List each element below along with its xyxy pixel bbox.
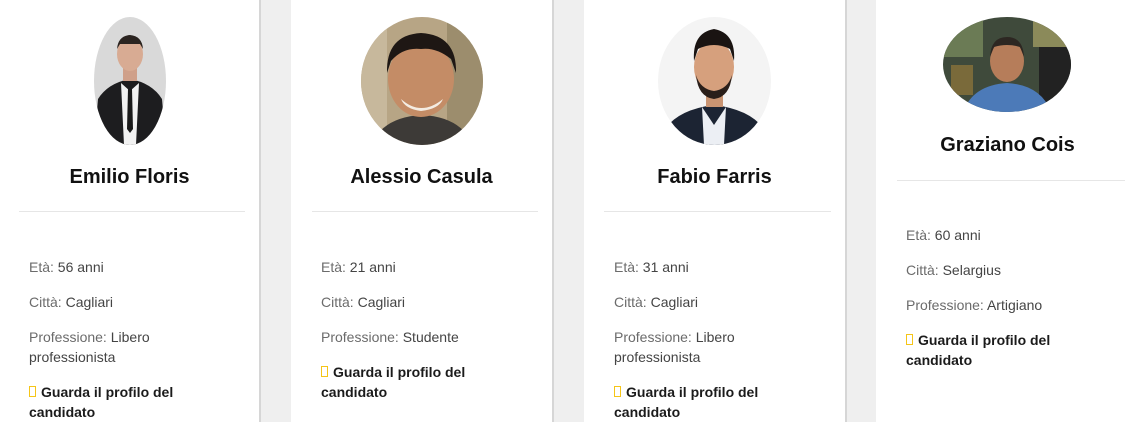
- link-marker-icon: [614, 386, 621, 397]
- city-value: Cagliari: [357, 294, 406, 310]
- candidate-name: Fabio Farris: [657, 166, 772, 188]
- view-profile-link[interactable]: Guarda il profilo del candidato: [906, 330, 1111, 370]
- view-profile-label: Guarda il profilo del candidato: [321, 364, 466, 400]
- profession-label: Professione:: [614, 329, 692, 345]
- age-value: 60 anni: [934, 227, 981, 243]
- city-row: Città: Cagliari: [614, 292, 814, 312]
- age-label: Età:: [906, 227, 931, 243]
- candidate-details: Età: 21 anni Città: Cagliari Professione…: [321, 257, 526, 402]
- view-profile-link[interactable]: Guarda il profilo del candidato: [614, 382, 814, 422]
- profession-row: Professione: Libero professionista: [29, 327, 229, 367]
- candidate-name: Alessio Casula: [350, 166, 493, 188]
- candidate-photo[interactable]: [943, 17, 1071, 112]
- city-label: Città:: [906, 262, 939, 278]
- link-marker-icon: [321, 366, 328, 377]
- view-profile-link[interactable]: Guarda il profilo del candidato: [321, 362, 526, 402]
- city-row: Città: Cagliari: [321, 292, 526, 312]
- age-label: Età:: [321, 259, 346, 275]
- age-label: Età:: [614, 259, 639, 275]
- view-profile-label: Guarda il profilo del candidato: [29, 384, 174, 420]
- candidate-card: Fabio Farris Età: 31 anni Città: Cagliar…: [584, 0, 847, 422]
- profession-value: Studente: [402, 329, 459, 345]
- candidate-details: Età: 56 anni Città: Cagliari Professione…: [29, 257, 229, 422]
- age-row: Età: 60 anni: [906, 225, 1111, 245]
- candidate-card: Alessio Casula Età: 21 anni Città: Cagli…: [291, 0, 554, 422]
- card-divider: [312, 211, 538, 212]
- link-marker-icon: [29, 386, 36, 397]
- profession-label: Professione:: [29, 329, 107, 345]
- view-profile-label: Guarda il profilo del candidato: [614, 384, 759, 420]
- age-row: Età: 56 anni: [29, 257, 229, 277]
- candidate-details: Età: 60 anni Città: Selargius Profession…: [906, 225, 1111, 370]
- city-label: Città:: [614, 294, 647, 310]
- profession-row: Professione: Libero professionista: [614, 327, 814, 367]
- card-divider: [604, 211, 831, 212]
- card-divider: [19, 211, 245, 212]
- candidate-card: Graziano Cois Età: 60 anni Città: Selarg…: [876, 0, 1139, 422]
- city-label: Città:: [321, 294, 354, 310]
- city-row: Città: Selargius: [906, 260, 1111, 280]
- candidate-grid: Emilio Floris Età: 56 anni Città: Caglia…: [0, 0, 1139, 422]
- age-label: Età:: [29, 259, 54, 275]
- city-value: Selargius: [942, 262, 1001, 278]
- candidate-card: Emilio Floris Età: 56 anni Città: Caglia…: [0, 0, 261, 422]
- link-marker-icon: [906, 334, 913, 345]
- profession-label: Professione:: [321, 329, 399, 345]
- card-divider: [897, 180, 1125, 181]
- profession-row: Professione: Studente: [321, 327, 526, 347]
- candidate-photo[interactable]: [94, 17, 166, 145]
- age-value: 31 anni: [642, 259, 689, 275]
- profession-row: Professione: Artigiano: [906, 295, 1111, 315]
- candidate-photo[interactable]: [658, 17, 771, 145]
- city-value: Cagliari: [650, 294, 699, 310]
- age-value: 21 anni: [349, 259, 396, 275]
- city-value: Cagliari: [65, 294, 114, 310]
- city-label: Città:: [29, 294, 62, 310]
- age-value: 56 anni: [57, 259, 104, 275]
- age-row: Età: 21 anni: [321, 257, 526, 277]
- profession-label: Professione:: [906, 297, 984, 313]
- profession-value: Artigiano: [986, 297, 1043, 313]
- city-row: Città: Cagliari: [29, 292, 229, 312]
- candidate-name: Emilio Floris: [69, 166, 190, 188]
- candidate-photo[interactable]: [361, 17, 483, 145]
- view-profile-label: Guarda il profilo del candidato: [906, 332, 1051, 368]
- candidate-name: Graziano Cois: [940, 134, 1075, 156]
- candidate-details: Età: 31 anni Città: Cagliari Professione…: [614, 257, 814, 422]
- age-row: Età: 31 anni: [614, 257, 814, 277]
- view-profile-link[interactable]: Guarda il profilo del candidato: [29, 382, 229, 422]
